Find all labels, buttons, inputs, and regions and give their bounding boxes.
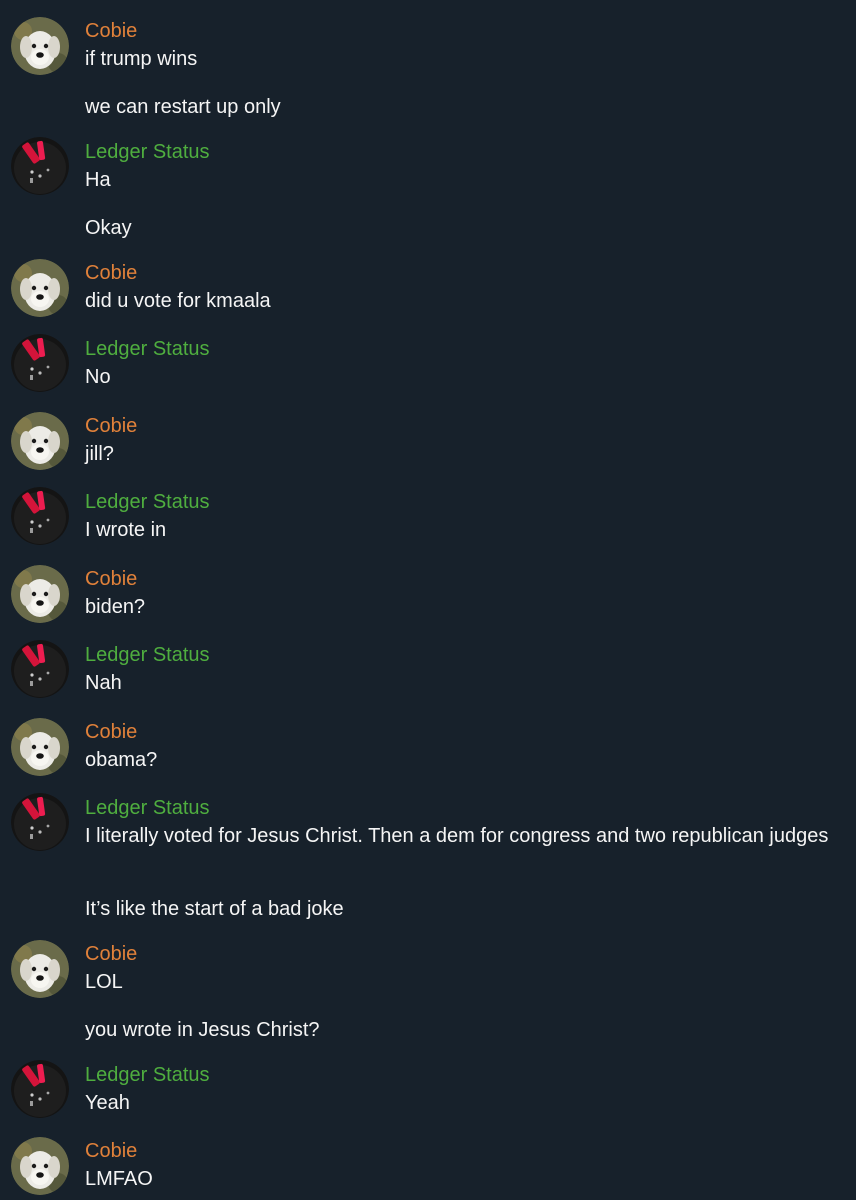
sender-name-ledger-status[interactable]: Ledger Status [85, 796, 210, 820]
message-text: Okay [85, 217, 132, 239]
red-ledger-avatar-icon[interactable] [11, 137, 69, 195]
sender-name-ledger-status[interactable]: Ledger Status [85, 1063, 210, 1087]
white-dog-avatar-icon[interactable] [11, 259, 69, 317]
sender-name-cobie[interactable]: Cobie [85, 942, 137, 966]
sender-name-cobie[interactable]: Cobie [85, 19, 137, 43]
message-text: Nah [85, 672, 122, 694]
sender-name-ledger-status[interactable]: Ledger Status [85, 643, 210, 667]
sender-name-cobie[interactable]: Cobie [85, 414, 137, 438]
red-ledger-avatar-icon[interactable] [11, 640, 69, 698]
message-text: It’s like the start of a bad joke [85, 898, 344, 920]
sender-name-ledger-status[interactable]: Ledger Status [85, 490, 210, 514]
white-dog-avatar-icon[interactable] [11, 718, 69, 776]
message-text: LOL [85, 971, 123, 993]
red-ledger-avatar-icon[interactable] [11, 334, 69, 392]
message-text: if trump wins [85, 48, 198, 70]
sender-name-ledger-status[interactable]: Ledger Status [85, 337, 210, 361]
sender-name-cobie[interactable]: Cobie [85, 720, 137, 744]
message-text: Yeah [85, 1092, 130, 1114]
white-dog-avatar-icon[interactable] [11, 412, 69, 470]
message-text: obama? [85, 749, 158, 771]
sender-name-cobie[interactable]: Cobie [85, 1139, 137, 1163]
message-text: did u vote for kmaala [85, 290, 271, 312]
white-dog-avatar-icon[interactable] [11, 940, 69, 998]
white-dog-avatar-icon[interactable] [11, 565, 69, 623]
message-text: we can restart up only [85, 96, 281, 118]
sender-name-ledger-status[interactable]: Ledger Status [85, 140, 210, 164]
message-text: you wrote in Jesus Christ? [85, 1019, 320, 1041]
message-text: jill? [85, 443, 114, 465]
sender-name-cobie[interactable]: Cobie [85, 261, 137, 285]
chat-message-list[interactable]: Cobie if trump wins we can restart up on… [0, 0, 856, 1200]
message-text: LMFAO [85, 1168, 153, 1190]
message-text: No [85, 366, 111, 388]
message-text: Ha [85, 169, 111, 191]
red-ledger-avatar-icon[interactable] [11, 487, 69, 545]
message-text: biden? [85, 596, 146, 618]
sender-name-cobie[interactable]: Cobie [85, 567, 137, 591]
message-text: I wrote in [85, 519, 167, 541]
white-dog-avatar-icon[interactable] [11, 1137, 69, 1195]
message-text: I literally voted for Jesus Christ. Then… [85, 825, 829, 847]
red-ledger-avatar-icon[interactable] [11, 793, 69, 851]
red-ledger-avatar-icon[interactable] [11, 1060, 69, 1118]
white-dog-avatar-icon[interactable] [11, 17, 69, 75]
